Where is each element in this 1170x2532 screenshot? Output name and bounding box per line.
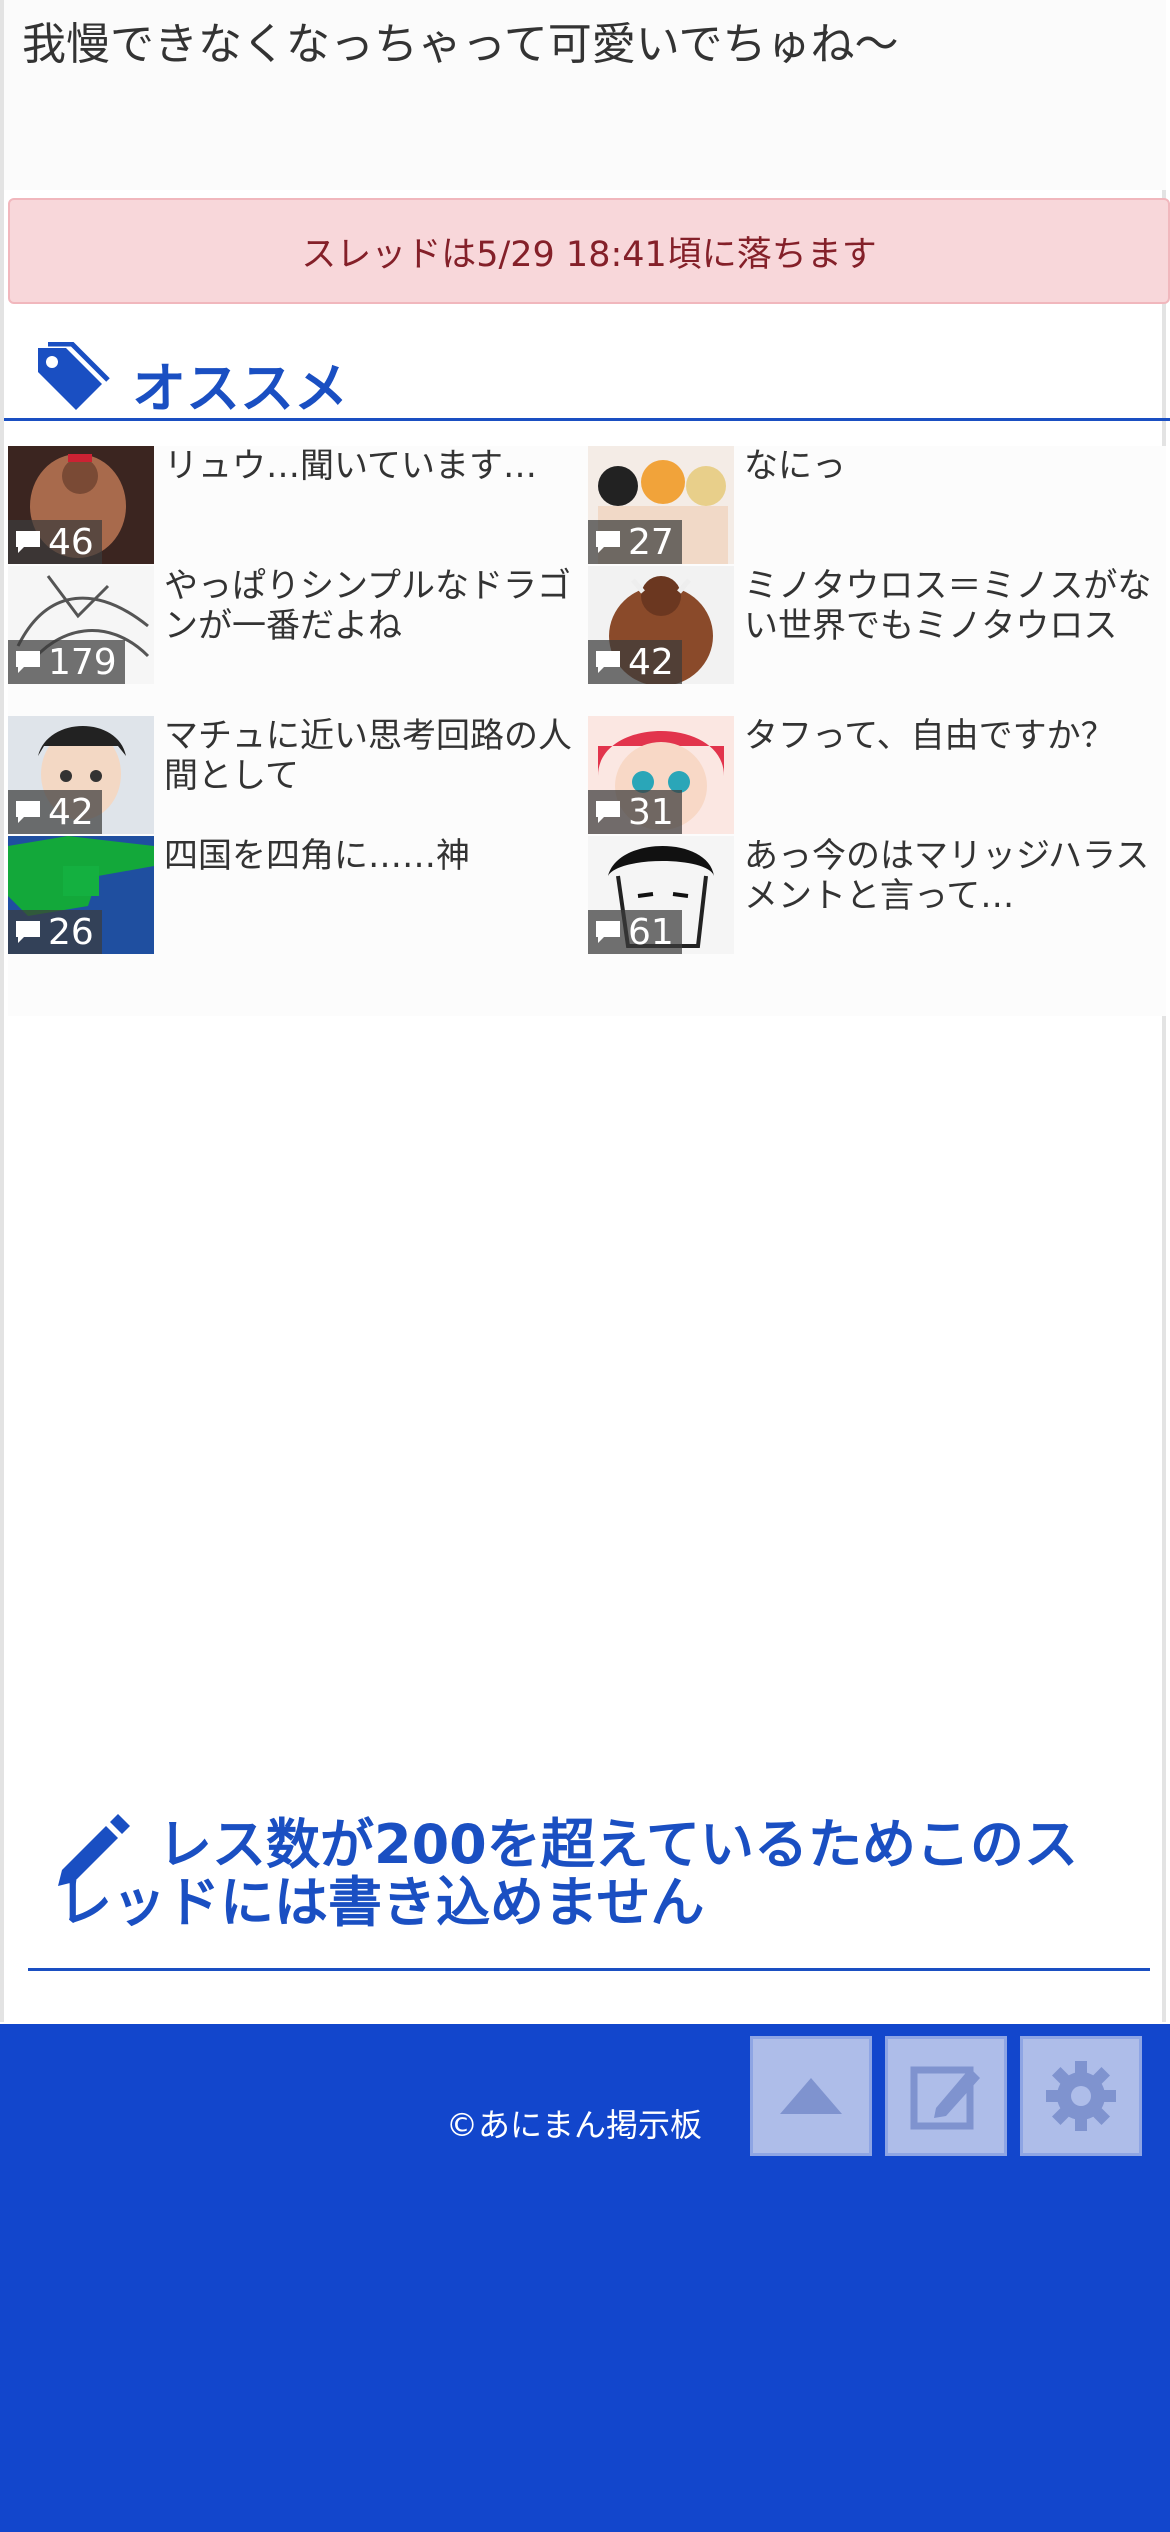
comment-icon xyxy=(596,921,620,943)
post-text: 我慢できなくなっちゃって可愛いでちゅね〜 xyxy=(22,19,899,70)
comment-count-badge: 42 xyxy=(8,790,102,834)
comment-icon xyxy=(16,921,40,943)
comment-count-badge: 42 xyxy=(588,640,682,684)
comment-count: 42 xyxy=(628,641,674,683)
comment-icon xyxy=(16,801,40,823)
recommend-header: オススメ xyxy=(4,338,1170,421)
comment-count: 42 xyxy=(48,791,94,833)
comment-icon xyxy=(596,801,620,823)
comment-count-badge: 31 xyxy=(588,790,682,834)
gear-icon xyxy=(1046,2061,1116,2131)
thread-content: 我慢できなくなっちゃって可愛いでちゅね〜 スレッドは5/29 18:41頃に落ち… xyxy=(0,0,1170,2022)
edit-icon xyxy=(910,2066,980,2130)
scroll-top-button[interactable] xyxy=(750,2036,872,2156)
thread-thumbnail: 46 xyxy=(8,446,154,564)
thread-expiry-alert: スレッドは5/29 18:41頃に落ちます xyxy=(8,198,1170,304)
comment-count: 46 xyxy=(48,521,94,563)
copyright: ©あにまん掲示板 xyxy=(446,2106,703,2144)
thread-thumbnail: 42 xyxy=(8,716,154,834)
comment-count-badge: 179 xyxy=(8,640,125,684)
closed-message: レス数が200を超えているためこのスレッドには書き込めません xyxy=(58,1813,1079,1934)
caret-up-icon xyxy=(780,2078,842,2114)
recommend-title: オススメ xyxy=(132,357,348,420)
thread-closed-notice: レス数が200を超えているためこのスレッドには書き込めません xyxy=(28,1804,1150,1971)
thread-thumbnail: 31 xyxy=(588,716,734,834)
tag-icon xyxy=(38,342,110,410)
thread-title[interactable]: マチュに近い思考回路の人間として xyxy=(164,716,574,796)
comment-icon xyxy=(16,651,40,673)
page: 我慢できなくなっちゃって可愛いでちゅね〜 スレッドは5/29 18:41頃に落ち… xyxy=(0,0,1170,2532)
comment-icon xyxy=(16,531,40,553)
thread-title[interactable]: タフって、自由ですか？ xyxy=(744,716,1154,756)
comment-count-badge: 61 xyxy=(588,910,682,954)
comment-count: 31 xyxy=(628,791,674,833)
comment-count-badge: 27 xyxy=(588,520,682,564)
comment-count: 179 xyxy=(48,641,117,683)
comment-icon xyxy=(596,531,620,553)
comment-count-badge: 46 xyxy=(8,520,102,564)
recommend-list: 46 リュウ…聞いています… 27 なにっ 179 やっぱりシンプルなドラゴンが… xyxy=(8,446,1166,1016)
thread-title[interactable]: リュウ…聞いています… xyxy=(164,446,574,486)
thread-thumbnail: 61 xyxy=(588,836,734,954)
comment-count: 26 xyxy=(48,911,94,953)
thread-title[interactable]: ミノタウロス＝ミノスがない世界でもミノタウロス xyxy=(744,566,1154,646)
comment-icon xyxy=(596,651,620,673)
thread-thumbnail: 26 xyxy=(8,836,154,954)
footer: ©あにまん掲示板 xyxy=(0,2024,1170,2532)
thread-title[interactable]: やっぱりシンプルなドラゴンが一番だよね xyxy=(164,566,574,646)
thread-thumbnail: 27 xyxy=(588,446,734,564)
comment-count: 61 xyxy=(628,911,674,953)
comment-count: 27 xyxy=(628,521,674,563)
last-post: 我慢できなくなっちゃって可愛いでちゅね〜 xyxy=(4,0,1166,190)
thread-title[interactable]: あっ今のはマリッジハラスメントと言って… xyxy=(744,836,1154,916)
thread-thumbnail: 179 xyxy=(8,566,154,684)
thread-thumbnail: 42 xyxy=(588,566,734,684)
thread-title[interactable]: なにっ xyxy=(744,446,1154,486)
write-button[interactable] xyxy=(885,2036,1007,2156)
thread-title[interactable]: 四国を四角に……神 xyxy=(164,836,574,876)
comment-count-badge: 26 xyxy=(8,910,102,954)
settings-button[interactable] xyxy=(1020,2036,1142,2156)
